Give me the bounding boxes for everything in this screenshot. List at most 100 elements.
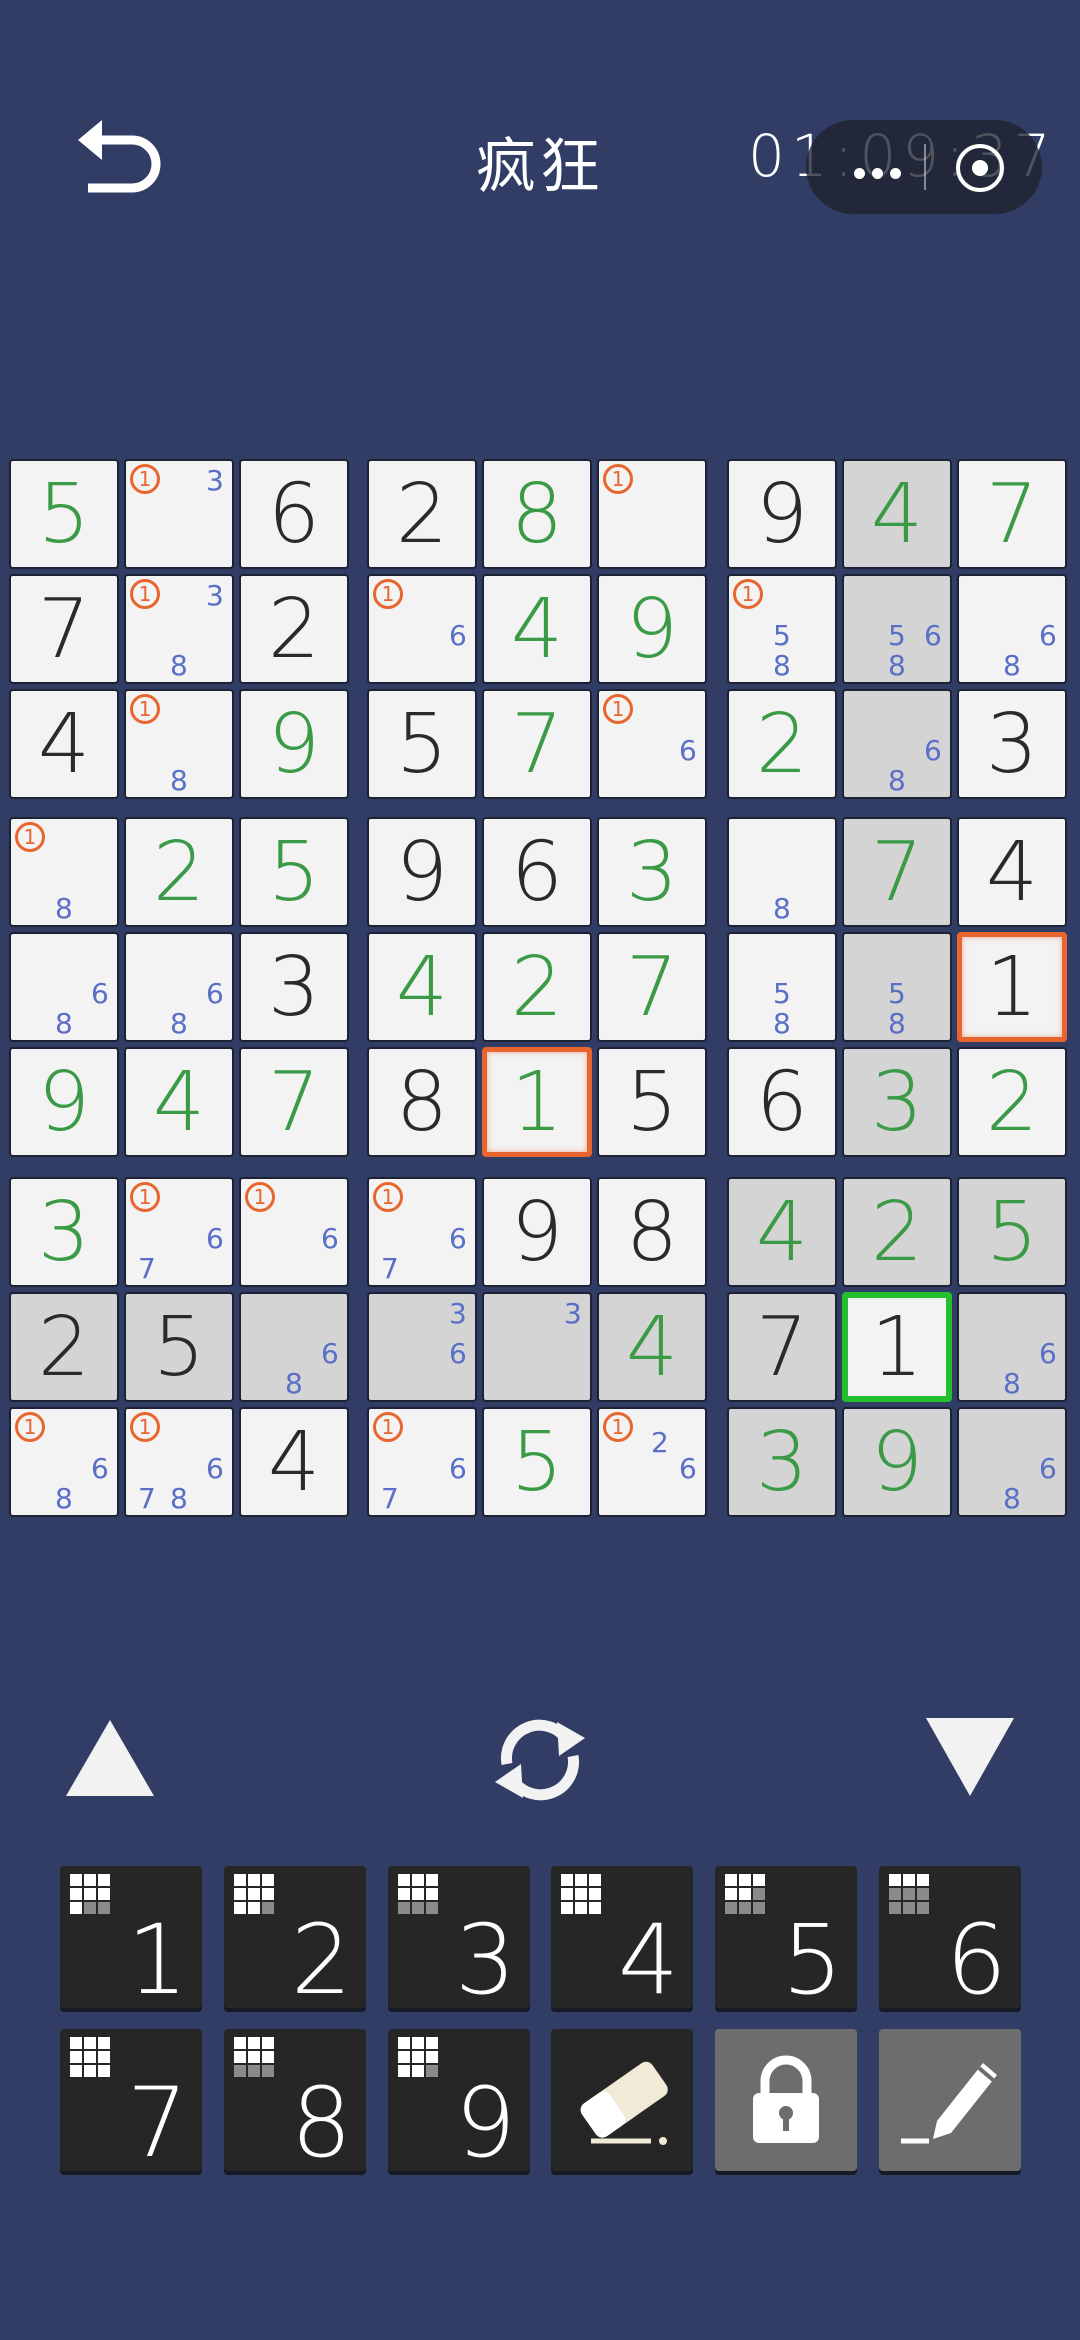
cell-r9c3[interactable]: 4: [239, 1407, 349, 1517]
cell-r6c6[interactable]: 5: [597, 1047, 707, 1157]
cell-r3c6[interactable]: 16: [597, 689, 707, 799]
cell-r7c7[interactable]: 4: [727, 1177, 837, 1287]
cell-r7c5[interactable]: 9: [482, 1177, 592, 1287]
cell-r9c6[interactable]: 126: [597, 1407, 707, 1517]
cell-r1c9[interactable]: 7: [957, 459, 1067, 569]
more-icon[interactable]: [854, 164, 908, 183]
number-key-9[interactable]: 9: [388, 2029, 530, 2171]
cell-r5c9[interactable]: 1: [957, 932, 1067, 1042]
cell-r6c9[interactable]: 2: [957, 1047, 1067, 1157]
cell-r5c2[interactable]: 68: [124, 932, 234, 1042]
cell-r6c2[interactable]: 4: [124, 1047, 234, 1157]
cell-r2c2[interactable]: 1 3 8: [124, 574, 234, 684]
cell-r4c5[interactable]: 6: [482, 817, 592, 927]
mini-program-capsule[interactable]: [806, 120, 1042, 214]
cell-r8c8[interactable]: 1: [842, 1292, 952, 1402]
cell-r9c7[interactable]: 3: [727, 1407, 837, 1517]
pencil-notes-button[interactable]: [879, 2029, 1021, 2171]
cell-r1c5[interactable]: 8: [482, 459, 592, 569]
cell-r5c8[interactable]: 58: [842, 932, 952, 1042]
cell-r4c9[interactable]: 4: [957, 817, 1067, 927]
cell-r3c2[interactable]: 18: [124, 689, 234, 799]
cell-r1c4[interactable]: 2: [367, 459, 477, 569]
cell-r3c7[interactable]: 2: [727, 689, 837, 799]
cell-r3c4[interactable]: 5: [367, 689, 477, 799]
number-key-3[interactable]: 3: [388, 1866, 530, 2008]
cell-r1c6[interactable]: 1: [597, 459, 707, 569]
refresh-button[interactable]: [487, 1712, 593, 1808]
cell-r2c4[interactable]: 16: [367, 574, 477, 684]
number-key-5[interactable]: 5: [715, 1866, 857, 2008]
cell-r8c6[interactable]: 4: [597, 1292, 707, 1402]
cell-r9c5[interactable]: 5: [482, 1407, 592, 1517]
cell-r3c1[interactable]: 4: [9, 689, 119, 799]
number-key-2[interactable]: 2: [224, 1866, 366, 2008]
cell-r3c5[interactable]: 7: [482, 689, 592, 799]
cell-r7c3[interactable]: 16: [239, 1177, 349, 1287]
cell-r2c8[interactable]: 568: [842, 574, 952, 684]
cell-r7c4[interactable]: 1 6 7: [367, 1177, 477, 1287]
cell-r6c8[interactable]: 3: [842, 1047, 952, 1157]
cell-r1c2[interactable]: 13: [124, 459, 234, 569]
cell-value: 4: [267, 1414, 321, 1510]
cell-r9c4[interactable]: 1 6 7: [367, 1407, 477, 1517]
cell-r8c7[interactable]: 7: [727, 1292, 837, 1402]
cell-r8c3[interactable]: 68: [239, 1292, 349, 1402]
cell-r5c6[interactable]: 7: [597, 932, 707, 1042]
cell-r3c9[interactable]: 3: [957, 689, 1067, 799]
cell-r6c5[interactable]: 1: [482, 1047, 592, 1157]
next-button[interactable]: [920, 1712, 1020, 1802]
cell-r8c4[interactable]: 36: [367, 1292, 477, 1402]
cell-r9c8[interactable]: 9: [842, 1407, 952, 1517]
cell-r7c1[interactable]: 3: [9, 1177, 119, 1287]
cell-r8c9[interactable]: 68: [957, 1292, 1067, 1402]
cell-r2c9[interactable]: 68: [957, 574, 1067, 684]
cell-r2c1[interactable]: 7: [9, 574, 119, 684]
cell-r2c7[interactable]: 158: [727, 574, 837, 684]
cell-r1c8[interactable]: 4: [842, 459, 952, 569]
cell-r6c1[interactable]: 9: [9, 1047, 119, 1157]
close-icon[interactable]: [956, 144, 1004, 192]
cell-r6c3[interactable]: 7: [239, 1047, 349, 1157]
cell-r3c3[interactable]: 9: [239, 689, 349, 799]
cell-r6c7[interactable]: 6: [727, 1047, 837, 1157]
cell-r7c9[interactable]: 5: [957, 1177, 1067, 1287]
number-key-6[interactable]: 6: [879, 1866, 1021, 2008]
cell-r5c5[interactable]: 2: [482, 932, 592, 1042]
cell-r4c4[interactable]: 9: [367, 817, 477, 927]
cell-r7c8[interactable]: 2: [842, 1177, 952, 1287]
cell-r8c2[interactable]: 5: [124, 1292, 234, 1402]
number-key-7[interactable]: 7: [60, 2029, 202, 2171]
cell-r9c2[interactable]: 1678: [124, 1407, 234, 1517]
cell-r4c8[interactable]: 7: [842, 817, 952, 927]
cell-r4c3[interactable]: 5: [239, 817, 349, 927]
cell-r4c1[interactable]: 18: [9, 817, 119, 927]
cell-r6c4[interactable]: 8: [367, 1047, 477, 1157]
cell-r2c6[interactable]: 9: [597, 574, 707, 684]
cell-r2c5[interactable]: 4: [482, 574, 592, 684]
cell-r5c7[interactable]: 58: [727, 932, 837, 1042]
cell-r7c2[interactable]: 1 6 7: [124, 1177, 234, 1287]
number-key-1[interactable]: 1: [60, 1866, 202, 2008]
cell-r7c6[interactable]: 8: [597, 1177, 707, 1287]
cell-r1c3[interactable]: 6: [239, 459, 349, 569]
eraser-button[interactable]: [551, 2029, 693, 2171]
cell-r1c1[interactable]: 5: [9, 459, 119, 569]
previous-button[interactable]: [60, 1712, 160, 1802]
cell-r1c7[interactable]: 9: [727, 459, 837, 569]
cell-r4c2[interactable]: 2: [124, 817, 234, 927]
cell-r5c1[interactable]: 68: [9, 932, 119, 1042]
cell-r8c5[interactable]: 3: [482, 1292, 592, 1402]
cell-r9c9[interactable]: 68: [957, 1407, 1067, 1517]
number-key-8[interactable]: 8: [224, 2029, 366, 2171]
cell-r4c7[interactable]: 8: [727, 817, 837, 927]
cell-r5c4[interactable]: 4: [367, 932, 477, 1042]
cell-r9c1[interactable]: 1 68: [9, 1407, 119, 1517]
number-key-4[interactable]: 4: [551, 1866, 693, 2008]
cell-r3c8[interactable]: 68: [842, 689, 952, 799]
lock-button[interactable]: [715, 2029, 857, 2171]
cell-r8c1[interactable]: 2: [9, 1292, 119, 1402]
cell-r2c3[interactable]: 2: [239, 574, 349, 684]
cell-r5c3[interactable]: 3: [239, 932, 349, 1042]
cell-r4c6[interactable]: 3: [597, 817, 707, 927]
